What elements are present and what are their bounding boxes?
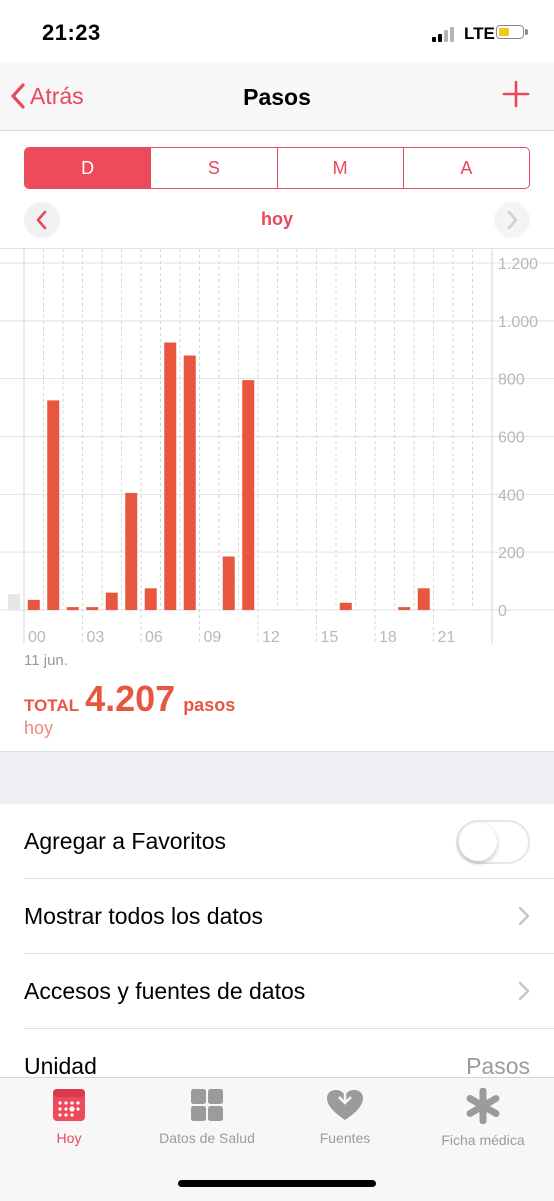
segment-week[interactable]: S [150,148,276,188]
network-type: LTE [464,24,495,43]
y-tick-label: 200 [498,545,525,562]
status-time: 21:23 [42,20,101,45]
x-tick-label: 06 [145,629,163,646]
battery-icon [496,25,524,39]
section-spacer [0,751,554,805]
total-summary: TOTAL 4.207 pasos [24,678,235,720]
tab-today-label: Hoy [56,1130,82,1146]
chart-bar [222,556,235,610]
chart-bar [47,400,60,610]
total-period: hoy [24,718,54,738]
next-period-button[interactable] [494,202,530,238]
chart-bar [66,607,79,610]
total-prefix: TOTAL [24,696,80,715]
x-tick-label: 18 [379,629,397,646]
x-tick-label: 15 [321,629,339,646]
chevron-right-icon [518,981,530,1001]
total-unit: pasos [183,695,236,715]
y-tick-label: 0 [498,603,507,620]
tab-health-data-label: Datos de Salud [159,1130,255,1146]
tab-sources-label: Fuentes [319,1130,371,1146]
battery-tip [525,29,528,35]
y-tick-label: 1.000 [498,314,538,331]
chart-bar-previous-day [8,594,20,610]
period-label: hoy [260,209,293,229]
x-tick-label: 21 [438,629,456,646]
chart-bar [339,602,352,610]
chart-bar [144,588,157,610]
y-tick-label: 1.200 [498,256,538,273]
grid-icon [191,1089,223,1121]
y-tick-label: 600 [498,430,525,447]
x-tick-label: 09 [204,629,222,646]
tab-medical-id-label: Ficha médica [441,1132,525,1148]
chevron-right-icon [518,906,530,926]
chart-bar [183,355,196,610]
chart-bar [125,492,138,610]
show-all-data-row[interactable]: Mostrar todos los datos [0,879,554,954]
asterisk-icon [466,1088,500,1124]
steps-chart[interactable]: 0 200 400 600 800 1.000 1.200 00 03 06 09 12 15 18 21 [0,248,554,669]
unit-label: Unidad [24,1053,97,1079]
tab-today[interactable]: Hoy [0,1088,138,1146]
segment-month[interactable]: M [276,148,403,188]
navigation-bar: Atrás Pasos [0,62,554,131]
add-to-favorites-row: Agregar a Favoritos [0,804,554,879]
favorites-toggle[interactable] [456,820,530,864]
page-title: Pasos [243,84,311,110]
unit-value: Pasos [466,1053,530,1079]
chart-bar [417,588,430,610]
tab-medical-id[interactable]: Ficha médica [414,1088,552,1148]
period-segmented-control: D S M A [24,147,530,189]
calendar-icon [53,1089,85,1121]
steps-bar-chart: 0 200 400 600 800 1.000 1.200 00 03 06 09 12 15 18 21 [0,249,554,646]
home-indicator [178,1180,376,1187]
toggle-knob [459,823,497,861]
chart-bar [242,380,255,610]
segment-day[interactable]: D [25,148,151,188]
y-tick-label: 800 [498,372,525,389]
chart-bar [27,599,40,610]
total-value: 4.207 [85,678,176,719]
add-to-favorites-label: Agregar a Favoritos [24,828,226,854]
add-data-button[interactable] [502,80,530,113]
plus-icon [502,80,530,108]
tab-health-data[interactable]: Datos de Salud [138,1088,276,1146]
x-tick-label: 12 [262,629,280,646]
data-sources-row[interactable]: Accesos y fuentes de datos [0,954,554,1029]
chevron-right-icon [507,210,518,230]
chart-bar [398,607,411,610]
x-tick-label: 03 [87,629,105,646]
signal-strength-icon [432,26,460,42]
segment-year[interactable]: A [402,148,529,188]
y-tick-label: 400 [498,487,525,504]
show-all-data-label: Mostrar todos los datos [24,903,264,929]
chart-date-label: 11 jun. [24,652,68,669]
data-sources-label: Accesos y fuentes de datos [24,978,306,1004]
chart-bar [164,342,177,610]
tab-sources[interactable]: Fuentes [276,1088,414,1146]
x-tick-label: 00 [28,629,46,646]
chart-bar [105,592,118,610]
chart-bar [86,607,99,610]
heart-icon [327,1088,363,1120]
